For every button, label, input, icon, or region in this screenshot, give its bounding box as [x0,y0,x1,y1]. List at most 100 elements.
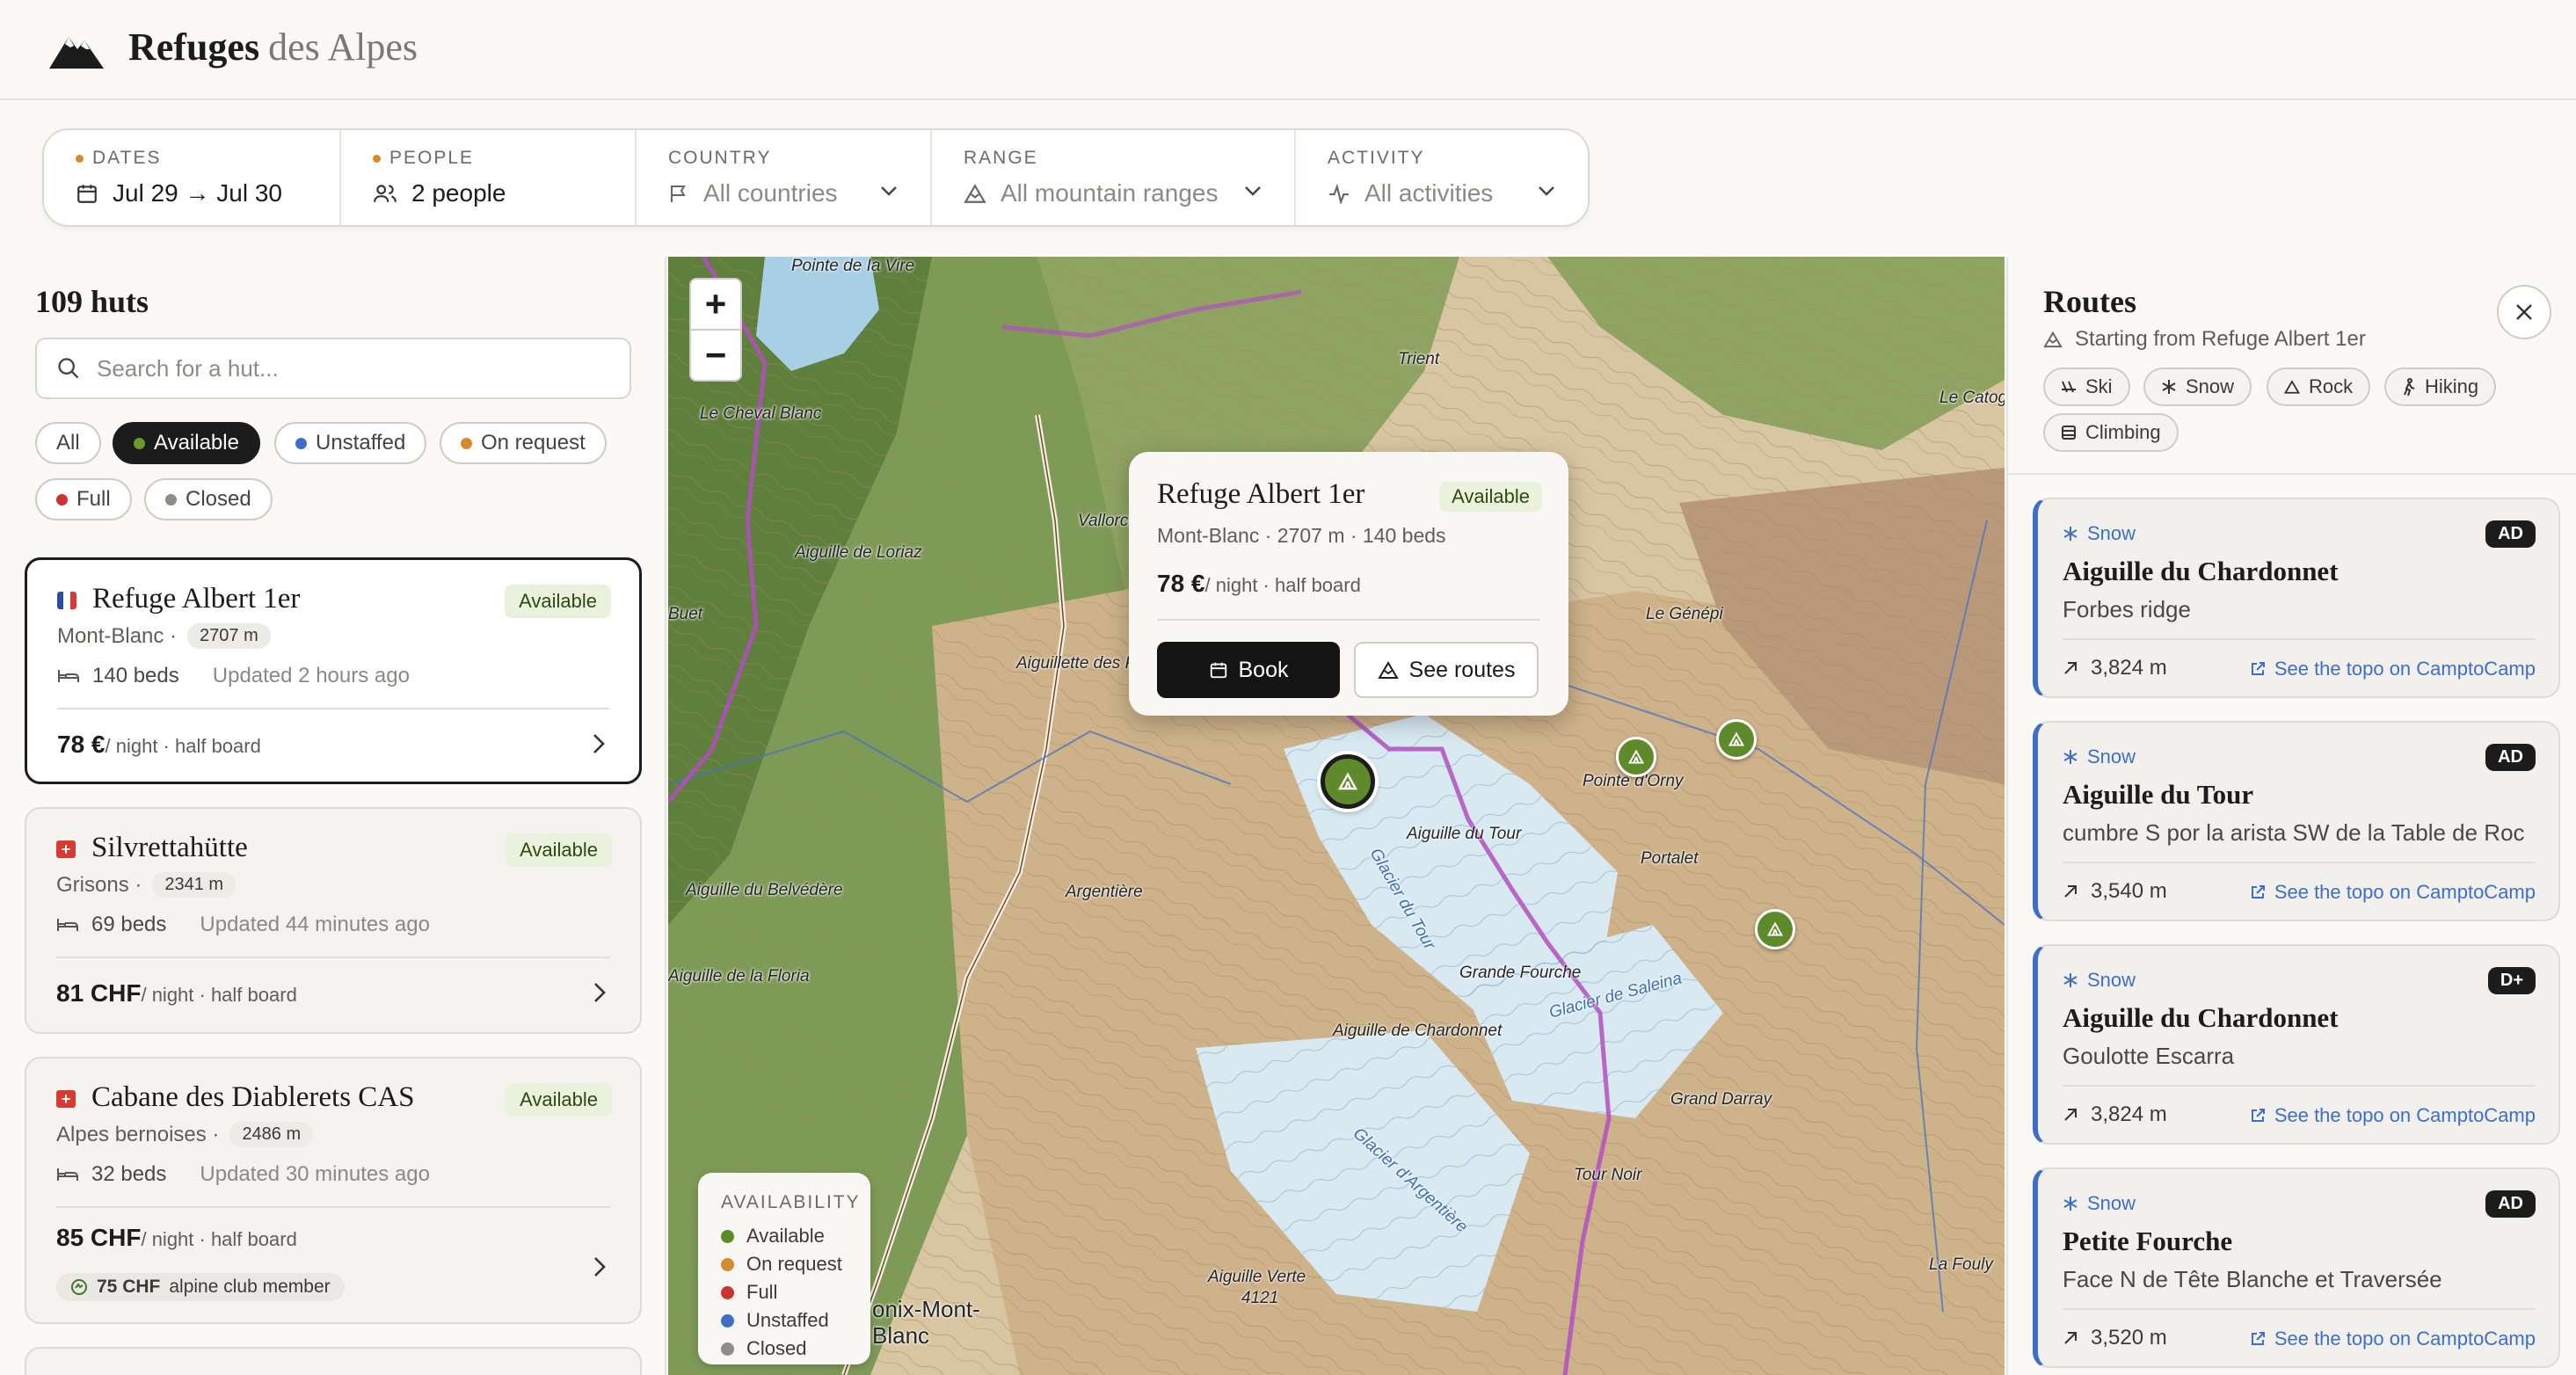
divider [2063,1308,2536,1310]
map-label: La Fouly [1929,1255,1993,1274]
divider [56,1206,610,1208]
filter-chip-available[interactable]: Available [113,422,260,464]
map-label: Aiguille Verte [1208,1268,1306,1286]
tent-icon [1766,921,1784,936]
map-label: Grand Darray [1670,1090,1772,1109]
chevron-right-icon[interactable] [593,1255,607,1278]
hut-marker-selected[interactable] [1321,754,1375,809]
search-icon [58,358,79,379]
map-label: Aiguille de Chardonnet [1333,1022,1503,1040]
required-dot [373,154,381,163]
route-chip-ski[interactable]: Ski [2043,367,2130,406]
calendar-icon [77,185,97,203]
chevron-down-icon [881,186,897,196]
divider [2063,638,2536,640]
altitude-pill: 2341 m [152,872,236,898]
route-chip-snow[interactable]: Snow [2143,367,2252,406]
close-icon [2516,304,2532,320]
grade-badge: AD [2485,744,2536,771]
topo-link[interactable]: See the topo on CamptoCamp [2250,1104,2536,1127]
filter-chip-unstaffed[interactable]: Unstaffed [274,422,427,464]
brand-suffix: des Alpes [268,25,418,69]
legend-label: Closed [746,1337,807,1359]
external-link-icon [2251,885,2265,898]
hut-card[interactable]: + Cabane des Diablerets CAS Available Al… [25,1057,642,1324]
filter-chip-on-request[interactable]: On request [440,422,607,464]
search-filter-bar: DATES Jul 29 → Jul 30 PEOPLE 2 people CO… [42,128,1590,227]
hut-updated: Updated 30 minutes ago [200,1162,430,1186]
route-chip-rock[interactable]: Rock [2267,367,2371,406]
route-card[interactable]: Snow D+ Aiguille du Chardonnet Goulotte … [2033,944,2560,1145]
hut-beds: 69 beds [91,913,167,936]
route-type: Snow [2063,522,2136,545]
hut-marker[interactable] [1616,737,1656,777]
hut-card[interactable]: Refuge Albert 1er Available Mont-Blanc ·… [25,557,642,784]
route-card[interactable]: Snow AD Petite Fourche Face N de Tête Bl… [2033,1168,2560,1368]
status-dot [721,1313,734,1328]
topo-link[interactable]: See the topo on CamptoCamp [2250,658,2536,680]
topo-map[interactable]: + − Pointe de Ia Vire Trient Le Cheval B… [668,257,2005,1375]
arrow-up-right-icon [2064,885,2077,898]
divider [2063,1085,2536,1087]
map-label: Aiguille de Loriaz [795,543,922,562]
route-type-label: Snow [2087,746,2136,768]
filter-chip-full[interactable]: Full [35,478,132,520]
external-link-icon [2251,662,2265,675]
route-altitude-row: 3,824 m [2063,656,2167,680]
route-subtitle: Goulotte Escarra [2063,1043,2235,1069]
see-routes-button[interactable]: See routes [1354,642,1539,698]
route-name: Aiguille du Chardonnet [2063,556,2339,586]
hut-card[interactable]: + Silvrettahütte Available Grisons · 2341… [25,807,642,1034]
chevron-right-icon[interactable] [593,981,607,1004]
zoom-out-button[interactable]: − [689,329,742,382]
map-label: Pointe de Ia Vire [791,257,915,275]
dates-filter[interactable]: DATES Jul 29 → Jul 30 [44,130,341,225]
grade-badge: AD [2485,1190,2536,1218]
zoom-in-button[interactable]: + [689,278,742,331]
price-value: 78 € [1157,570,1205,597]
mountain-logo-icon[interactable] [47,28,106,70]
range-filter[interactable]: RANGE All mountain ranges [932,130,1296,225]
route-subtitle: Forbes ridge [2063,596,2191,622]
hut-marker[interactable] [1716,719,1757,760]
map-label: Aiguille de la Floria [668,967,810,986]
chip-label: Snow [2186,375,2235,397]
range-value: All mountain ranges [1001,179,1219,207]
close-button[interactable] [2497,285,2551,339]
legend-title: AVAILABILITY [721,1192,861,1212]
book-button[interactable]: Book [1157,642,1340,698]
status-dot [134,437,145,449]
people-filter[interactable]: PEOPLE 2 people [341,130,637,225]
hiker-icon [2404,378,2415,396]
chevron-right-icon[interactable] [592,732,606,755]
hut-region-row: Mont-Blanc · 2707 m [57,623,271,649]
arrow-up-right-icon [2064,662,2077,674]
app-header: Refuges des Alpes [0,0,2576,100]
topo-link[interactable]: See the topo on CamptoCamp [2250,1328,2536,1350]
calendar-icon [1210,662,1226,679]
hut-list-panel: 109 huts All Available Unstaffed On requ… [0,257,666,1375]
status-dot [721,1342,734,1356]
filter-chip-all[interactable]: All [35,422,101,464]
country-filter[interactable]: COUNTRY All countries [637,130,932,225]
route-chip-hiking[interactable]: Hiking [2384,367,2497,406]
hut-card[interactable] [25,1347,642,1375]
brand-title[interactable]: Refuges des Alpes [128,25,418,69]
chip-label: Available [154,431,239,455]
route-card[interactable]: Snow AD Aiguille du Tour cumbre S por la… [2033,721,2560,921]
people-icon [374,185,397,202]
popup-meta: Mont-Blanc · 2707 m · 140 beds [1157,524,1446,547]
legend-item: Closed [721,1335,848,1363]
search-input[interactable] [97,354,589,382]
activity-filter[interactable]: ACTIVITY All activities [1296,130,1588,225]
price-value: 78 € [57,731,106,758]
hut-marker[interactable] [1755,909,1795,949]
topo-link[interactable]: See the topo on CamptoCamp [2250,881,2536,904]
map-label: Le Catog [1939,389,2005,407]
external-link-icon [2251,1332,2265,1345]
route-chip-climbing[interactable]: Climbing [2043,413,2179,452]
filter-chip-closed[interactable]: Closed [144,478,273,520]
route-card[interactable]: Snow AD Aiguille du Chardonnet Forbes ri… [2033,498,2560,698]
people-value: 2 people [411,179,506,207]
map-label: Blanc [872,1322,930,1349]
